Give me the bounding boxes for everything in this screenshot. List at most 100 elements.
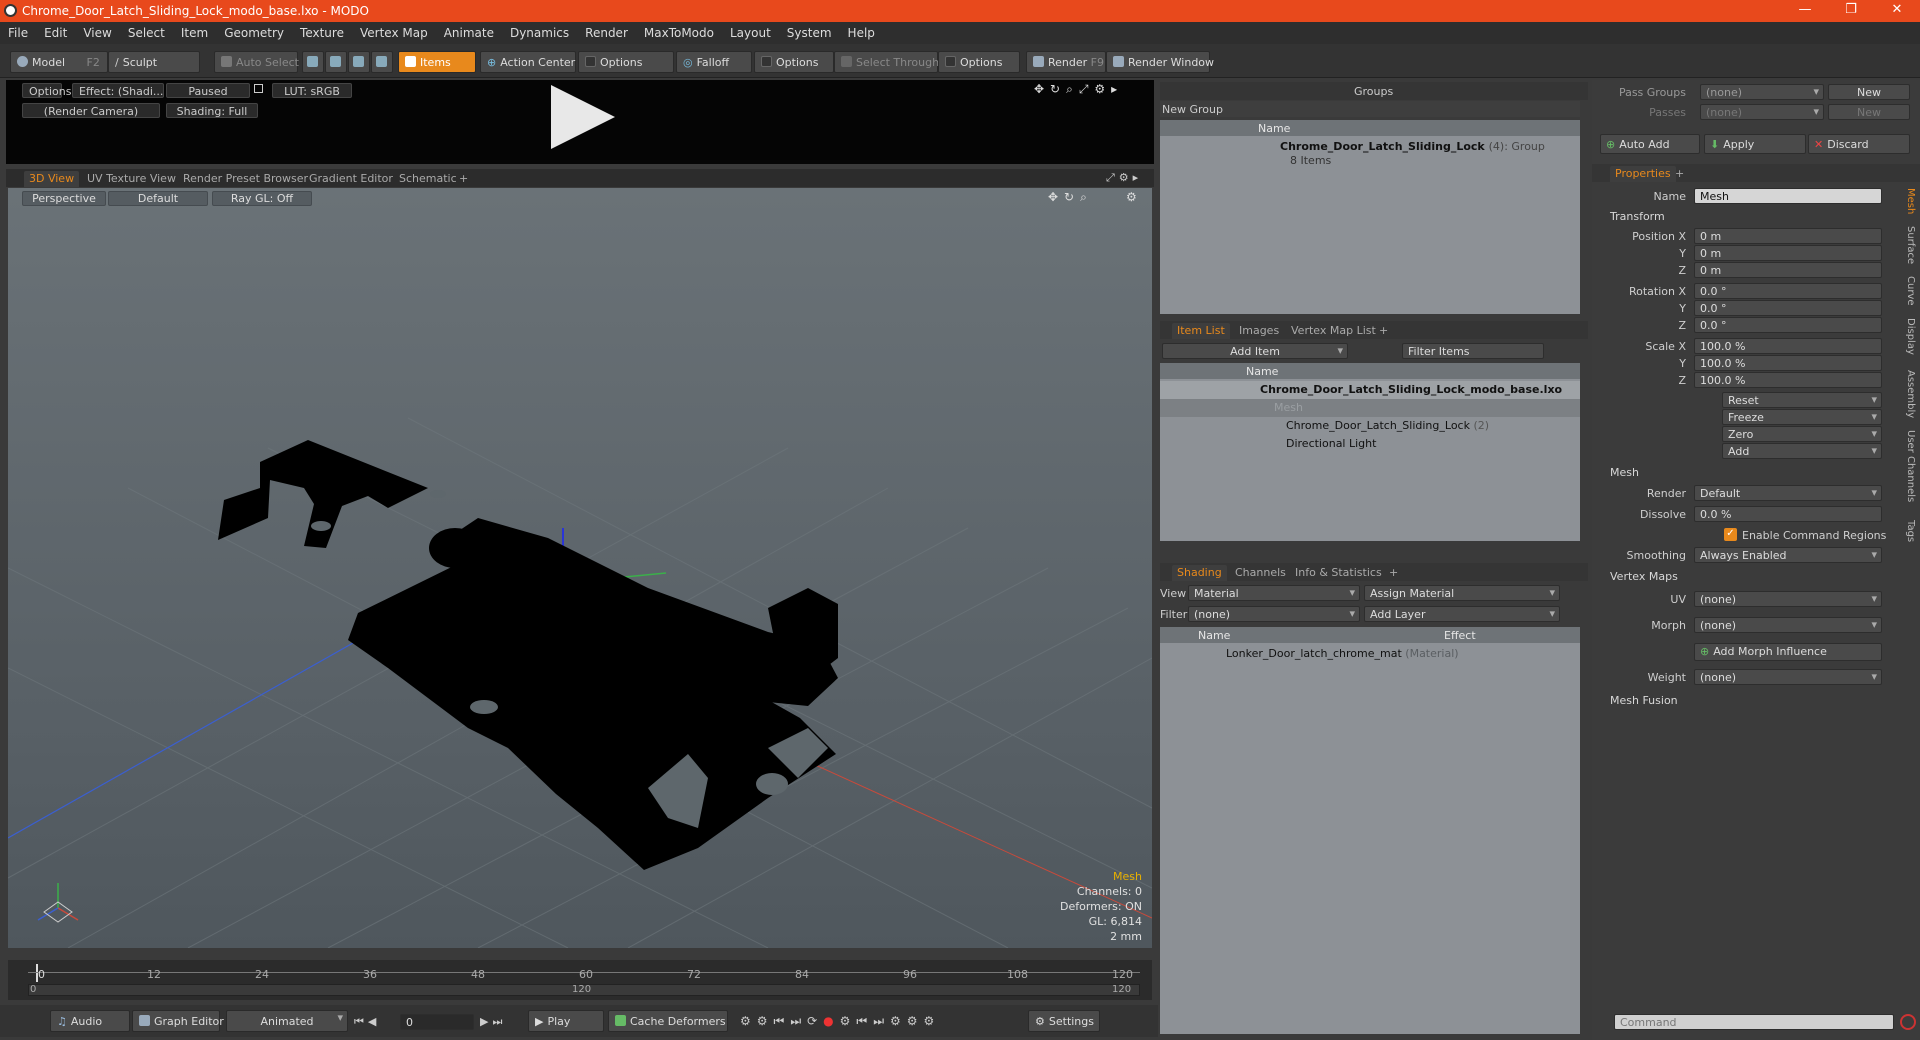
action-center-button[interactable]: ⊕ Action Center [480, 51, 576, 73]
play-icon[interactable] [551, 85, 615, 149]
3d-viewport[interactable]: Perspective Default Ray GL: Off ✥↻⌕ ⚙ Me… [8, 188, 1152, 948]
menu-geometry[interactable]: Geometry [216, 22, 292, 40]
vtab-surface[interactable]: Surface [1900, 226, 1916, 264]
items-mode-button[interactable]: Items [398, 51, 476, 73]
item-row-scene[interactable]: Chrome_Door_Latch_Sliding_Lock_modo_base… [1160, 381, 1580, 399]
tab-3d-view[interactable]: 3D View [24, 171, 80, 187]
materials-mode-button[interactable] [371, 51, 393, 73]
new-pass-button[interactable]: New [1828, 104, 1910, 120]
tab-vertex-map-list[interactable]: Vertex Map List [1286, 323, 1381, 339]
rewind-buttons[interactable]: ⏮◀ [354, 1015, 380, 1029]
transform-section[interactable]: Transform [1610, 210, 1665, 223]
vertices-mode-button[interactable] [302, 51, 324, 73]
add-morph-influence-button[interactable]: ⊕ Add Morph Influence [1694, 643, 1882, 661]
morph-dropdown[interactable]: (none) [1694, 617, 1882, 633]
play-button[interactable]: ▶ Play [528, 1010, 604, 1032]
menu-item[interactable]: Item [173, 22, 216, 40]
scale-z-field[interactable]: 100.0 % [1694, 372, 1882, 388]
shading-add-tab[interactable]: + [1384, 565, 1403, 581]
position-z-field[interactable]: 0 m [1694, 262, 1882, 278]
model-mode-button[interactable]: Model F2 [10, 51, 108, 73]
lock-icon[interactable] [254, 84, 263, 93]
add-transform-dropdown[interactable]: Add [1722, 443, 1882, 459]
vtab-mesh[interactable]: Mesh [1900, 188, 1916, 214]
tab-item-list[interactable]: Item List [1172, 323, 1230, 339]
menu-select[interactable]: Select [120, 22, 173, 40]
rotation-z-field[interactable]: 0.0 ° [1694, 317, 1882, 333]
preview-nav-icons[interactable]: ✥↻⌕⤢⚙▸ [1034, 82, 1123, 97]
audio-button[interactable]: ♫ Audio [50, 1010, 130, 1032]
tab-images[interactable]: Images [1234, 323, 1284, 339]
material-row[interactable]: Lonker_Door_latch_chrome_mat (Material) [1160, 645, 1459, 663]
preview-options-button[interactable]: Options [22, 83, 71, 98]
effect-dropdown[interactable]: Effect: (Shadi... [72, 83, 164, 98]
filter-dropdown[interactable]: (none) [1188, 606, 1360, 622]
discard-button[interactable]: ✕ Discard [1808, 134, 1910, 154]
render-window-button[interactable]: Render Window [1106, 51, 1214, 73]
menu-vertex-map[interactable]: Vertex Map [352, 22, 436, 40]
tab-gradient-editor[interactable]: Gradient Editor [304, 171, 398, 187]
zero-dropdown[interactable]: Zero [1722, 426, 1882, 442]
apply-button[interactable]: ⬇ Apply [1704, 134, 1806, 154]
passes-dropdown[interactable]: (none) [1700, 104, 1824, 120]
forward-buttons[interactable]: ▶⏭ [480, 1015, 506, 1029]
falloff-options-button[interactable]: Options [754, 51, 834, 73]
add-tab-button[interactable]: + [454, 171, 473, 187]
rotation-x-field[interactable]: 0.0 ° [1694, 283, 1882, 299]
item-row-group[interactable]: Chrome_Door_Latch_Sliding_Lock (2) [1160, 417, 1489, 435]
default-style-dropdown[interactable]: Default [108, 191, 208, 206]
add-layer-dropdown[interactable]: Add Layer [1364, 606, 1560, 622]
cache-deformers-button[interactable]: Cache Deformers [608, 1010, 728, 1032]
shading-dropdown[interactable]: Shading: Full [166, 103, 258, 118]
tab-schematic[interactable]: Schematic [394, 171, 462, 187]
auto-add-button[interactable]: ⊕ Auto Add [1600, 134, 1700, 154]
rotation-y-field[interactable]: 0.0 ° [1694, 300, 1882, 316]
item-row-light[interactable]: Directional Light [1160, 435, 1376, 453]
menu-system[interactable]: System [779, 22, 840, 40]
dissolve-field[interactable]: 0.0 % [1694, 506, 1882, 522]
new-group-button[interactable]: New Group [1160, 101, 1580, 117]
item-row-mesh[interactable]: Mesh [1160, 399, 1580, 417]
tab-info-statistics[interactable]: Info & Statistics [1290, 565, 1387, 581]
tab-render-preset-browser[interactable]: Render Preset Browser [178, 171, 313, 187]
paused-button[interactable]: Paused [166, 83, 250, 98]
command-input[interactable]: Command [1614, 1014, 1894, 1030]
new-pass-group-button[interactable]: New [1828, 84, 1910, 100]
position-x-field[interactable]: 0 m [1694, 228, 1882, 244]
viewport-tab-controls[interactable]: ⤢⚙▸ [1106, 171, 1142, 185]
vtab-curve[interactable]: Curve [1900, 276, 1916, 306]
menu-edit[interactable]: Edit [36, 22, 75, 40]
timeline[interactable]: 0 12 24 36 48 60 72 84 96 108 120 0 120 … [8, 960, 1152, 1000]
mesh-fusion-section[interactable]: Mesh Fusion [1610, 694, 1678, 707]
pass-groups-dropdown[interactable]: (none) [1700, 84, 1824, 100]
scale-x-field[interactable]: 100.0 % [1694, 338, 1882, 354]
view-dropdown[interactable]: Material [1188, 585, 1360, 601]
viewport-settings-icon[interactable]: ⚙ [1126, 190, 1137, 204]
uv-dropdown[interactable]: (none) [1694, 591, 1882, 607]
select-through-options-button[interactable]: Options [938, 51, 1020, 73]
name-field[interactable]: Mesh [1694, 188, 1882, 204]
menu-help[interactable]: Help [840, 22, 883, 40]
polygons-mode-button[interactable] [348, 51, 370, 73]
vtab-display[interactable]: Display [1900, 318, 1916, 355]
frame-field[interactable]: 0 [400, 1014, 474, 1030]
add-item-dropdown[interactable]: Add Item [1162, 343, 1348, 359]
menu-texture[interactable]: Texture [292, 22, 352, 40]
position-y-field[interactable]: 0 m [1694, 245, 1882, 261]
reset-dropdown[interactable]: Reset [1722, 392, 1882, 408]
menu-maxtomodo[interactable]: MaxToModo [636, 22, 722, 40]
menu-file[interactable]: File [0, 22, 36, 40]
render-camera-dropdown[interactable]: (Render Camera) [22, 103, 160, 118]
vertex-maps-section[interactable]: Vertex Maps [1610, 570, 1678, 583]
perspective-dropdown[interactable]: Perspective [22, 191, 106, 206]
assign-material-dropdown[interactable]: Assign Material [1364, 585, 1560, 601]
graph-editor-button[interactable]: Graph Editor [132, 1010, 224, 1032]
tab-shading[interactable]: Shading [1172, 565, 1227, 581]
edges-mode-button[interactable] [325, 51, 347, 73]
command-stop-icon[interactable] [1900, 1014, 1916, 1030]
ray-gl-dropdown[interactable]: Ray GL: Off [212, 191, 312, 206]
enable-command-regions-checkbox[interactable]: ✓ [1724, 528, 1737, 541]
animated-dropdown[interactable]: Animated [226, 1010, 348, 1032]
freeze-dropdown[interactable]: Freeze [1722, 409, 1882, 425]
mesh-section[interactable]: Mesh [1610, 466, 1639, 479]
